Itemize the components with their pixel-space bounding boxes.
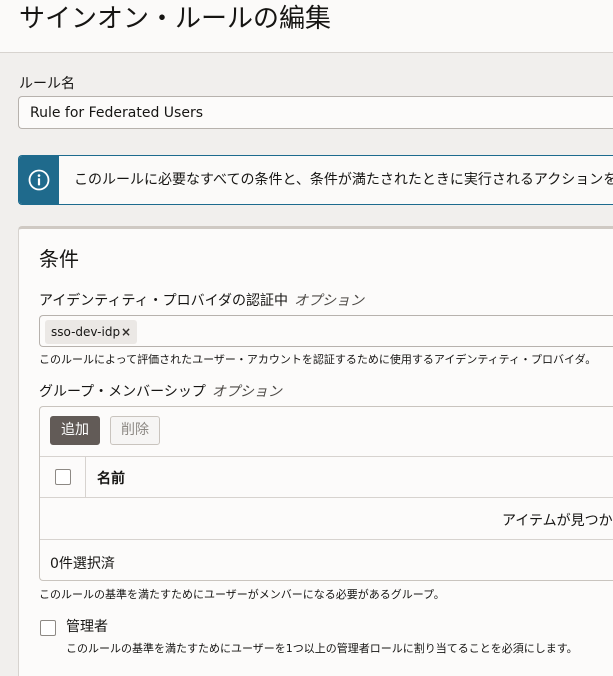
info-icon: [28, 169, 50, 191]
groups-table-container: 追加 削除 名前 アイテムが見つか 0件選択済: [39, 406, 613, 581]
groups-label: グループ・メンバーシップ オプション: [39, 383, 282, 401]
admin-checkbox[interactable]: [40, 620, 56, 636]
groups-help-text: このルールの基準を満たすためにユーザーがメンバーになる必要があるグループ。: [39, 588, 445, 601]
admin-help-text: このルールの基準を満たすためにユーザーを1つ以上の管理者ロールに割り当てることを…: [66, 642, 578, 655]
delete-group-button[interactable]: 削除: [110, 416, 160, 445]
table-header: 名前: [40, 456, 613, 498]
idp-chip-label: sso-dev-idp: [51, 325, 121, 339]
idp-label-text: アイデンティティ・プロバイダの認証中: [39, 293, 289, 309]
select-all-cell: [40, 457, 86, 497]
idp-chip: sso-dev-idp ×: [45, 320, 137, 344]
selected-count: 0件選択済: [50, 556, 115, 572]
select-all-checkbox[interactable]: [55, 469, 71, 485]
column-header-name[interactable]: 名前: [97, 468, 125, 488]
rule-name-label: ルール名: [19, 76, 75, 92]
idp-help-text: このルールによって評価されたユーザー・アカウントを認証するために使用するアイデン…: [39, 353, 597, 366]
idp-label: アイデンティティ・プロバイダの認証中 オプション: [39, 292, 364, 310]
info-text: このルールに必要なすべての条件と、条件が満たされたときに実行されるアクションを: [74, 172, 613, 188]
page-header: サインオン・ルールの編集: [0, 0, 613, 53]
info-icon-cell: [19, 156, 59, 204]
info-message: このルールに必要なすべての条件と、条件が満たされたときに実行されるアクションを: [18, 155, 613, 205]
add-group-button[interactable]: 追加: [50, 416, 100, 445]
chip-remove-icon[interactable]: ×: [121, 320, 131, 344]
idp-select[interactable]: sso-dev-idp ×: [39, 315, 613, 347]
table-empty-row: アイテムが見つか: [40, 498, 613, 540]
idp-optional: オプション: [294, 293, 365, 309]
conditions-title: 条件: [39, 247, 79, 271]
groups-optional: オプション: [211, 384, 282, 400]
admin-label[interactable]: 管理者: [66, 618, 108, 636]
page-title: サインオン・ルールの編集: [19, 4, 332, 34]
rule-name-input[interactable]: [18, 96, 613, 129]
empty-message: アイテムが見つか: [502, 513, 613, 529]
groups-label-text: グループ・メンバーシップ: [39, 384, 206, 400]
conditions-panel: 条件 アイデンティティ・プロバイダの認証中 オプション sso-dev-idp ×…: [18, 226, 613, 676]
